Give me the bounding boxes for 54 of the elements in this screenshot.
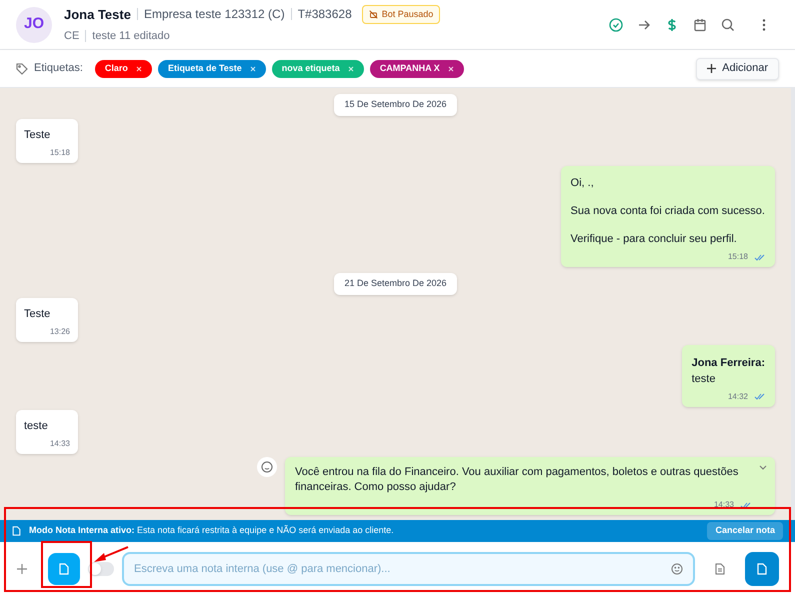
arrow-right-icon[interactable]: [637, 18, 651, 32]
tags-label: Etiquetas:: [34, 61, 83, 76]
date-chip: 15 De Setembro De 2026: [334, 94, 457, 116]
message-time: 14:33: [714, 499, 734, 511]
note-icon: [757, 562, 767, 574]
toggle-switch[interactable]: [88, 562, 114, 576]
send-note-button[interactable]: [745, 552, 779, 586]
message-text: Verifique - para concluir seu perfil.: [570, 232, 738, 247]
close-icon[interactable]: [250, 66, 256, 72]
tag-chip: CAMPANHA X: [370, 60, 464, 78]
note-icon: [59, 562, 69, 574]
message-text: Oi, .,: [570, 176, 595, 191]
close-icon[interactable]: [448, 66, 454, 72]
ticket-number: T#383628: [298, 6, 352, 24]
note-mode-button[interactable]: [48, 552, 80, 584]
message-text: Sua nova conta foi criada com sucesso.: [570, 204, 765, 219]
tag-chip: nova etiqueta: [272, 60, 364, 78]
tag-chip: Etiqueta de Teste: [158, 60, 266, 78]
plus-icon: [707, 64, 716, 73]
contact-note: teste 11 editado: [92, 29, 170, 44]
contact-state: CE: [64, 29, 80, 44]
message-time: 14:32: [728, 390, 748, 402]
message-time: 13:26: [50, 326, 70, 338]
contact-name: Jona Teste: [64, 6, 131, 24]
message-text: teste: [692, 372, 716, 386]
date-chip: 21 De Setembro De 2026: [334, 273, 457, 294]
tag-icon: [16, 62, 28, 74]
robot-off-icon: [368, 10, 378, 19]
emoji-icon[interactable]: [671, 562, 683, 574]
add-tag-button[interactable]: Adicionar: [696, 58, 779, 80]
note-icon: [12, 526, 21, 536]
message-time: 15:18: [50, 147, 70, 159]
emoji-icon[interactable]: [257, 457, 277, 477]
plus-icon[interactable]: [16, 562, 28, 574]
check-circle-icon[interactable]: [609, 18, 623, 32]
message-text: teste: [24, 418, 49, 434]
message-time: 14:33: [50, 438, 70, 450]
annotation-arrow: [93, 546, 129, 564]
bot-status-badge: Bot Pausado: [362, 4, 440, 24]
calendar-icon[interactable]: [693, 18, 707, 32]
message-text: Teste: [24, 128, 52, 142]
message-time: 15:18: [728, 251, 748, 263]
document-icon[interactable]: [715, 562, 725, 574]
avatar: JO: [16, 6, 52, 42]
message-text: Você entrou na fila do Financeiro. Vou auxiliar com pagamentos, boletos e outras questões financeiras. Como posso ajudar?: [295, 465, 740, 495]
message-text: Teste: [24, 306, 52, 322]
company-name: Empresa teste 123312 (C): [144, 6, 285, 24]
note-mode-message: Modo Nota Interna ativo: Esta nota ficará restrita à equipe e NÃO será enviada ao cliente.: [29, 524, 394, 538]
message-author: Jona Ferreira:: [692, 356, 765, 371]
close-icon[interactable]: [136, 66, 142, 72]
search-icon[interactable]: [721, 18, 735, 32]
chevron-down-icon[interactable]: [759, 465, 767, 470]
tag-chip: Claro: [94, 60, 152, 78]
note-input-field[interactable]: Escreva uma nota interna (use @ para mencionar)...: [122, 552, 695, 586]
